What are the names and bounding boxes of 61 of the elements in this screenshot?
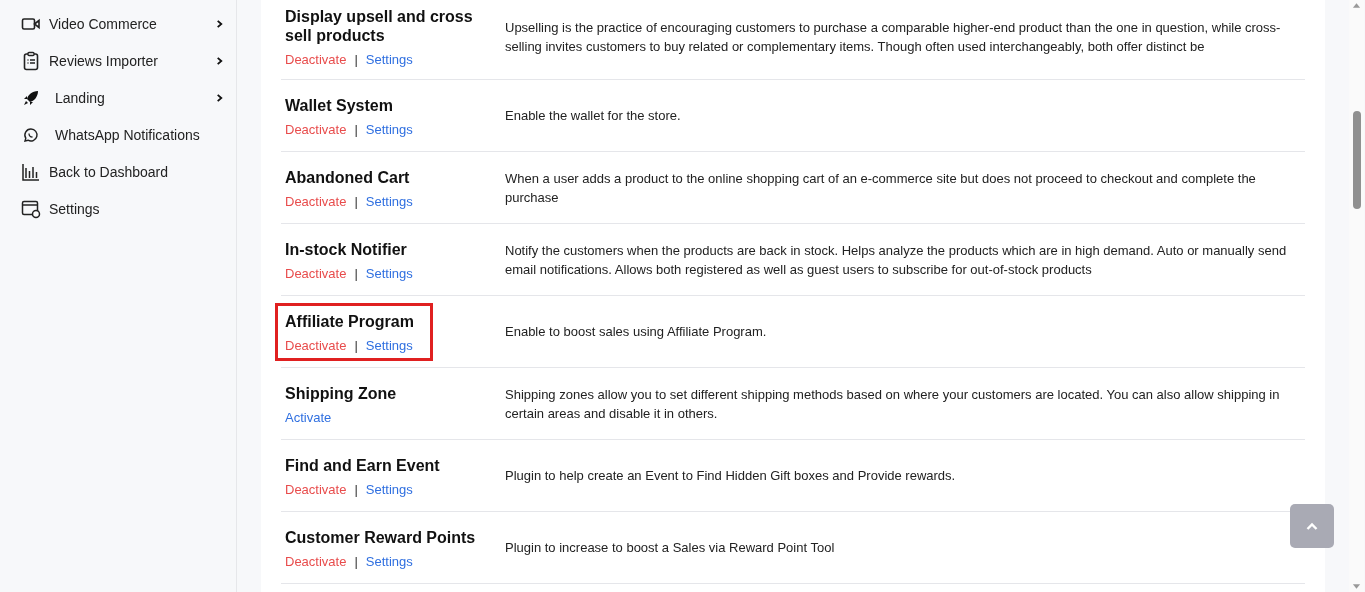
plugin-title: Abandoned Cart [285,167,411,187]
browser-gear-icon [21,198,41,219]
plugin-description: Upselling is the practice of encouraging customers to purchase a comparable higher-end product than the one in question, while cross-selling invites customers to buy related or complementary items. Though often used interchangeably, both offer distinct be [505,18,1282,56]
deactivate-link[interactable]: Deactivate [285,193,347,209]
sidebar-item[interactable]: Landing [0,79,236,116]
sidebar-label: Reviews Importer [49,52,159,69]
deactivate-link[interactable]: Deactivate [285,337,347,353]
plugin-description: Plugin to increase to boost a Sales via Reward Point Tool [505,539,836,557]
sidebar-label: Video Commerce [49,15,158,32]
chevron-right-icon [215,92,224,103]
separator: | [354,52,358,67]
deactivate-link[interactable]: Deactivate [285,52,347,67]
sidebar-label: Settings [49,200,101,217]
separator: | [354,553,358,569]
separator: | [354,193,358,209]
sidebar-item[interactable]: WhatsApp Notifications [0,116,236,153]
plugin-description: Plugin to help create an Event to Find Hidden Gift boxes and Provide rewards. [505,467,957,485]
plugin-title: Display upsell and cross sell products [285,7,474,45]
sidebar-item[interactable]: Settings [0,190,236,227]
sidebar-item[interactable]: Video Commerce [0,5,236,42]
plugin-title: Shipping Zone [285,383,397,403]
separator: | [354,265,358,281]
separator: | [354,337,358,353]
plugin-description: When a user adds a product to the online shopping cart of an e-commerce site but does not proceed to checkout and complete the purchase [505,169,1257,207]
sidebar-label: Landing [55,89,106,106]
clipboard-icon [21,50,41,71]
deactivate-link[interactable]: Deactivate [285,553,347,569]
activate-link[interactable]: Activate [285,409,332,425]
settings-link[interactable]: Settings [365,481,413,497]
sidebar-label: WhatsApp Notifications [55,126,201,143]
plugin-description: Notify the customers when the products are back in stock. Helps analyze the products which are in high demand. Auto or manually send email notifications. Allows both registered as well as guest users to subscribe for out-of-stock products [505,241,1288,279]
deactivate-link[interactable]: Deactivate [285,481,347,497]
settings-link[interactable]: Settings [365,553,413,569]
sidebar-label: Back to Dashboard [49,163,170,180]
plugin-description: Enable to boost sales using Affiliate Program. [505,323,768,341]
plugin-title: In-stock Notifier [285,239,408,259]
chevron-right-icon [215,18,224,29]
plugin-title: Affiliate Program [285,311,414,331]
settings-link[interactable]: Settings [365,337,413,353]
scroll-thumb[interactable] [1352,111,1361,209]
settings-link[interactable]: Settings [365,52,413,67]
plugin-title: Wallet System [285,95,394,115]
plugin-description: Enable the wallet for the store. [505,107,682,125]
separator: | [354,481,358,497]
bar-chart-icon [21,161,41,182]
chevron-up-icon [1306,522,1318,530]
separator: | [354,121,358,137]
settings-link[interactable]: Settings [365,193,413,209]
scroll-up-icon[interactable] [1352,2,1361,8]
scroll-down-icon[interactable] [1352,584,1361,590]
deactivate-link[interactable]: Deactivate [285,121,347,137]
settings-link[interactable]: Settings [365,265,413,281]
plugin-description: Shipping zones allow you to set different shipping methods based on where your customers are located. You can also allow shipping in certain areas and disable it in others. [505,385,1281,423]
settings-link[interactable]: Settings [365,121,413,137]
plugin-title: Find and Earn Event [285,455,440,475]
scroll-to-top-button[interactable] [1290,504,1334,548]
chevron-right-icon [215,55,224,66]
plugin-title: Customer Reward Points [285,527,476,547]
deactivate-link[interactable]: Deactivate [285,265,347,281]
sidebar-item[interactable]: Reviews Importer [0,42,236,79]
sidebar-item[interactable]: Back to Dashboard [0,153,236,190]
